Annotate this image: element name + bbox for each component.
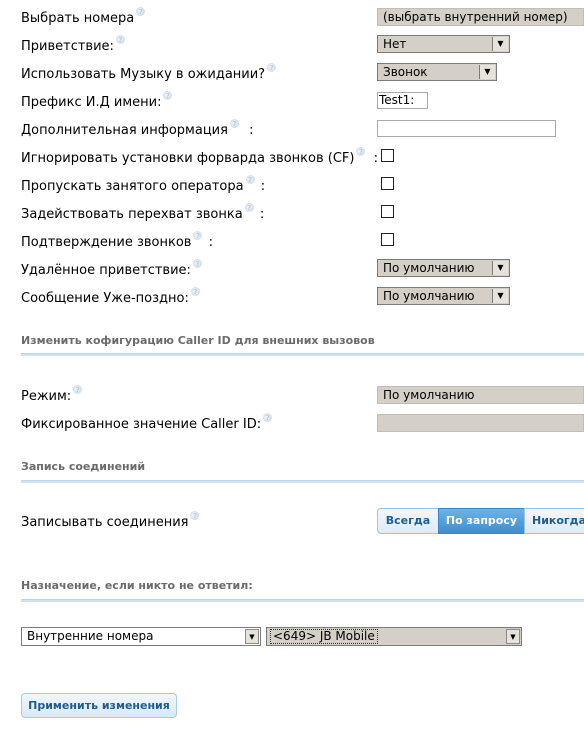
- call-pickup-checkbox[interactable]: [381, 205, 394, 218]
- additional-info-input[interactable]: [377, 120, 556, 137]
- apply-changes-button[interactable]: Применить изменения: [21, 693, 177, 718]
- call-pickup-label: Задействовать перехват звонка? :: [21, 203, 265, 222]
- callerid-fixed-input[interactable]: [377, 414, 584, 432]
- callerid-mode-select[interactable]: По умолчанию: [377, 386, 584, 404]
- chevron-down-icon: ▼: [492, 37, 508, 51]
- help-icon[interactable]: ?: [245, 175, 255, 184]
- destination-target-select[interactable]: <649> JB Mobile ▼: [266, 627, 522, 646]
- record-calls-label: Записывать соединения?: [21, 511, 200, 531]
- select-numbers-label: Выбрать номера?: [21, 7, 146, 27]
- section-divider: [21, 353, 584, 356]
- callerid-section-title: Изменить кофигурацию Caller ID для внешн…: [21, 334, 375, 347]
- music-on-hold-label: Использовать Музыку в ожидании??: [21, 63, 277, 83]
- too-late-message-label: Сообщение Уже-поздно:?: [21, 287, 200, 307]
- help-icon[interactable]: ?: [136, 7, 146, 16]
- cid-prefix-input[interactable]: Test1:: [377, 92, 428, 109]
- chevron-down-icon: ▼: [479, 65, 495, 79]
- help-icon[interactable]: ?: [190, 287, 200, 296]
- record-on-demand-button[interactable]: По запросу: [438, 508, 525, 534]
- chevron-down-icon: ▼: [506, 629, 520, 644]
- skip-busy-agent-checkbox[interactable]: [381, 177, 394, 190]
- music-on-hold-select[interactable]: Звонок ▼: [377, 63, 497, 81]
- chevron-down-icon: ▼: [245, 629, 259, 644]
- cid-prefix-label: Префикс И.Д имени:?: [21, 91, 173, 111]
- too-late-message-select[interactable]: По умолчанию ▼: [377, 287, 510, 305]
- help-icon[interactable]: ?: [190, 511, 200, 520]
- destination-type-select[interactable]: Внутренние номера ▼: [21, 627, 261, 646]
- help-icon[interactable]: ?: [73, 385, 83, 394]
- callerid-mode-label: Режим:?: [21, 385, 83, 405]
- remote-greeting-label: Удалённое приветствие:?: [21, 259, 202, 279]
- help-icon[interactable]: ?: [229, 119, 239, 128]
- help-icon[interactable]: ?: [115, 35, 125, 44]
- ignore-cf-checkbox[interactable]: [381, 149, 394, 162]
- ignore-cf-label: Игнорировать установки форварда звонков …: [21, 147, 378, 166]
- skip-busy-agent-label: Пропускать занятого оператора? :: [21, 175, 266, 194]
- remote-greeting-select[interactable]: По умолчанию ▼: [377, 259, 510, 277]
- help-icon[interactable]: ?: [163, 91, 173, 100]
- record-never-button[interactable]: Никогда: [524, 508, 584, 534]
- help-icon[interactable]: ?: [192, 259, 202, 268]
- additional-info-label: Дополнительная информация? :: [21, 119, 254, 138]
- call-confirm-label: Подтверждение звонков? :: [21, 231, 214, 250]
- select-numbers-field[interactable]: (выбрать внутренний номер): [377, 8, 584, 26]
- help-icon[interactable]: ?: [244, 203, 254, 212]
- greeting-label: Приветствие:?: [21, 35, 125, 55]
- section-divider: [21, 480, 584, 483]
- help-icon[interactable]: ?: [193, 231, 203, 240]
- help-icon[interactable]: ?: [263, 413, 273, 422]
- help-icon[interactable]: ?: [356, 147, 366, 156]
- call-confirm-checkbox[interactable]: [381, 233, 394, 246]
- section-divider: [21, 599, 584, 602]
- chevron-down-icon: ▼: [492, 261, 508, 275]
- greeting-select[interactable]: Нет ▼: [377, 35, 510, 53]
- destination-section-title: Назначение, если никто не ответил:: [21, 579, 253, 592]
- recording-section-title: Запись соединений: [21, 460, 146, 473]
- callerid-fixed-label: Фиксированное значение Caller ID:?: [21, 413, 273, 433]
- chevron-down-icon: ▼: [492, 289, 508, 303]
- help-icon[interactable]: ?: [267, 63, 277, 72]
- record-always-button[interactable]: Всегда: [377, 508, 439, 534]
